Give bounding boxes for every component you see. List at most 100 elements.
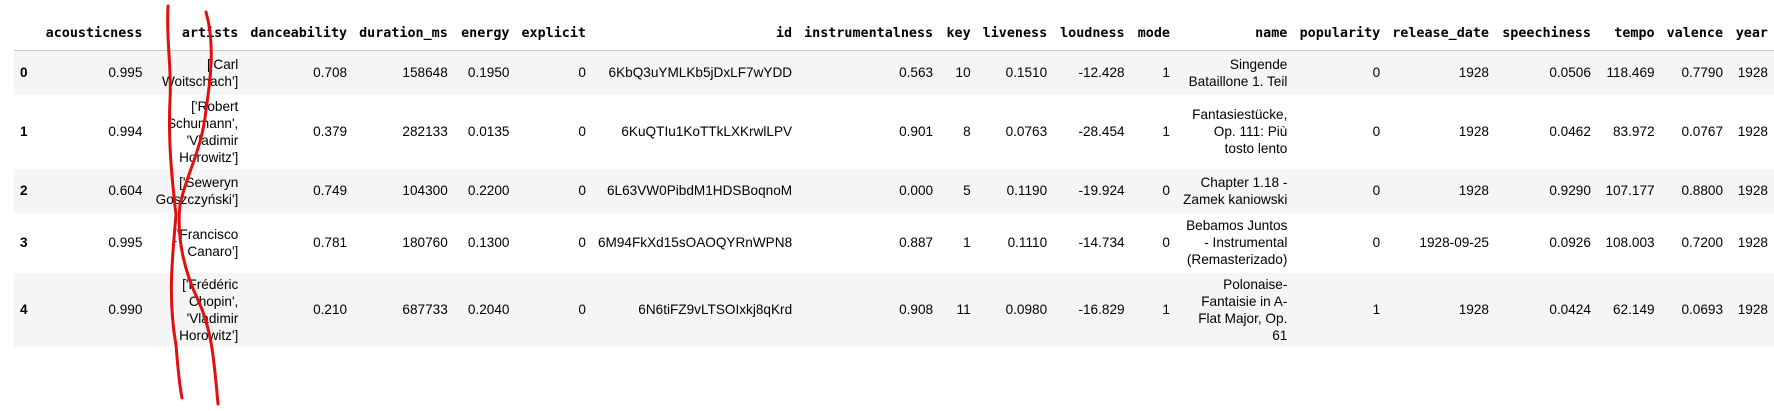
cell-line: Bataillone 1. Teil (1188, 73, 1288, 89)
column-header-mode: mode (1130, 16, 1176, 51)
cell-duration-ms: 158648 (402, 65, 448, 81)
cell-line: ['Robert (191, 98, 239, 114)
column-header-artists: artists (148, 16, 245, 51)
cell-line: 'Vladimir (186, 132, 239, 148)
cell-line: ['Francisco (173, 226, 239, 242)
cell-line: Goszczyński'] (155, 191, 239, 207)
cell-key: 1 (963, 235, 971, 250)
dataframe-table: acousticness artists danceability duration_… (14, 16, 1774, 347)
cell-line: (Remasterizado) (1186, 252, 1288, 267)
cell-acousticness: 0.994 (108, 124, 143, 139)
cell-loudness: -28.454 (1078, 124, 1125, 139)
cell-speechiness: 0.0926 (1549, 235, 1591, 250)
cell-line: Singende (1229, 56, 1288, 72)
cell-artists: ['Carl Woitschach'] (148, 51, 244, 95)
cell-liveness: 0.1510 (1005, 65, 1048, 81)
column-header-energy: energy (453, 16, 516, 51)
row-index: 2 (20, 183, 28, 198)
cell-id: 6N6tiFZ9vLTSOIxkj8qKrd (638, 302, 793, 317)
cell-year: 1928 (1737, 235, 1768, 250)
cell-line: - Instrumental (1204, 235, 1288, 250)
column-header-instrumentalness: instrumentalness (798, 16, 940, 51)
cell-valence: 0.0767 (1681, 124, 1724, 139)
cell-name: Bebamos Juntos - Instrumental (Remasteriza… (1176, 213, 1293, 273)
cell-tempo: 62.149 (1613, 302, 1655, 317)
cell-line: Chopin', (188, 293, 239, 309)
cell-id: 6KbQ3uYMLKb5jDxLF7wYDD (608, 65, 793, 81)
cell-tempo: 107.177 (1605, 183, 1655, 198)
cell-release-date: 1928 (1458, 183, 1489, 198)
cell-instrumentalness: 0.000 (899, 183, 934, 198)
cell-line: Fantaisie in A- (1201, 293, 1288, 309)
cell-line: tosto lento (1224, 141, 1288, 156)
cell-acousticness: 0.995 (108, 65, 143, 81)
cell-artists: ['Frédéric Chopin', 'Vladimir Horowitz'] (148, 273, 244, 347)
cell-line: Zamek kaniowski (1183, 191, 1288, 207)
cell-mode: 1 (1162, 302, 1170, 317)
cell-duration-ms: 282133 (402, 124, 448, 139)
cell-popularity: 0 (1372, 124, 1381, 139)
cell-speechiness: 0.9290 (1549, 183, 1591, 198)
cell-line: ['Seweryn (179, 174, 239, 190)
cell-speechiness: 0.0506 (1549, 65, 1591, 81)
cell-popularity: 0 (1372, 235, 1381, 250)
cell-loudness: -16.829 (1078, 302, 1125, 317)
cell-name: Chapter 1.18 - Zamek kaniowski (1176, 169, 1293, 213)
cell-tempo: 108.003 (1605, 235, 1655, 250)
table-row: 4 0.990 ['Frédéric Chopin', 'Vladimir Horowit… (14, 272, 1774, 347)
cell-loudness: -19.924 (1078, 183, 1125, 198)
cell-line: Horowitz'] (179, 149, 239, 165)
cell-key: 11 (956, 302, 971, 317)
cell-duration-ms: 104300 (402, 183, 448, 198)
cell-release-date: 1928 (1458, 65, 1489, 81)
cell-line: Op. 111: Più (1213, 124, 1288, 139)
cell-line: Horowitz'] (179, 327, 239, 343)
row-index: 0 (20, 65, 28, 81)
cell-year: 1928 (1737, 183, 1768, 198)
table-body: 0 0.995 ['Carl Woitschach'] 0.708 158648 0.195… (14, 50, 1774, 347)
cell-line: 61 (1272, 327, 1288, 343)
cell-liveness: 0.0763 (1005, 124, 1048, 139)
column-header-duration-ms: duration_ms (353, 16, 454, 51)
cell-id: 6M94FkXd15sOAOQYRnWPN8 (597, 235, 793, 250)
cell-loudness: -14.734 (1078, 235, 1125, 250)
cell-danceability: 0.781 (313, 235, 348, 250)
cell-explicit: 0 (578, 65, 586, 81)
cell-key: 10 (955, 65, 971, 81)
cell-explicit: 0 (578, 124, 586, 139)
table-row: 1 0.994 ['Robert Schumann', 'Vladimir Horowit… (14, 94, 1774, 169)
cell-valence: 0.7200 (1681, 235, 1724, 250)
cell-year: 1928 (1737, 65, 1768, 81)
cell-liveness: 0.0980 (1005, 302, 1048, 317)
cell-id: 6KuQTIu1KoTTkLXKrwlLPV (621, 124, 793, 139)
cell-line: Flat Major, Op. (1198, 310, 1288, 326)
notebook-output-area: acousticness artists danceability duration_… (0, 0, 1774, 411)
cell-acousticness: 0.604 (108, 183, 143, 198)
cell-danceability: 0.379 (313, 124, 348, 139)
cell-line: Chapter 1.18 - (1200, 174, 1288, 190)
table-row: 2 0.604 ['Seweryn Goszczyński'] 0.749 104300 0… (14, 168, 1774, 213)
cell-explicit: 0 (578, 183, 586, 198)
table-row: 0 0.995 ['Carl Woitschach'] 0.708 158648 0.195… (14, 50, 1774, 95)
cell-duration-ms: 687733 (402, 302, 448, 317)
cell-explicit: 0 (578, 235, 586, 250)
cell-instrumentalness: 0.901 (899, 124, 934, 139)
table-row: 3 0.995 ['Francisco Canaro'] 0.781 180760 0.13… (14, 212, 1774, 273)
cell-danceability: 0.210 (313, 302, 348, 317)
column-header-loudness: loudness (1053, 16, 1131, 51)
cell-key: 8 (963, 124, 971, 139)
cell-year: 1928 (1737, 124, 1768, 139)
cell-mode: 0 (1162, 235, 1170, 250)
cell-line: Schumann', (166, 115, 239, 131)
cell-liveness: 0.1110 (1007, 235, 1048, 250)
cell-acousticness: 0.990 (108, 302, 143, 317)
header-row: acousticness artists danceability duration_… (14, 16, 1774, 51)
cell-danceability: 0.749 (313, 183, 348, 198)
cell-artists: ['Francisco Canaro'] (148, 213, 244, 273)
cell-speechiness: 0.0424 (1549, 302, 1591, 317)
cell-line: Woitschach'] (161, 73, 239, 89)
column-header-liveness: liveness (976, 16, 1054, 51)
cell-instrumentalness: 0.563 (899, 65, 934, 81)
cell-popularity: 1 (1372, 302, 1381, 317)
column-header-acousticness: acousticness (36, 16, 149, 51)
